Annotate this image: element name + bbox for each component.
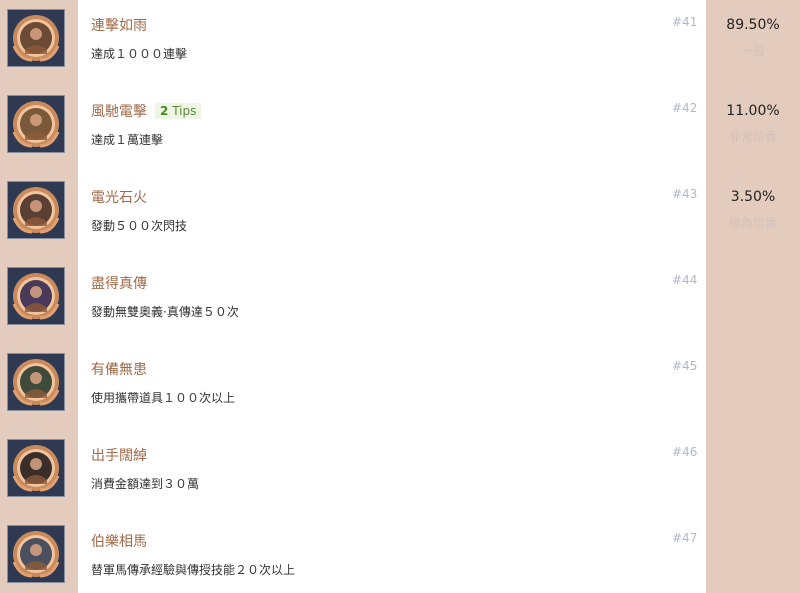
unlock-rate: 89.50% <box>726 17 780 33</box>
achievement-avatar-icon <box>7 181 65 239</box>
achievement-row: 伯樂相馬替軍馬傳承經驗與傳授技能２０次以上 #47 <box>0 516 800 593</box>
rarity-label: 極為珍貴 <box>728 216 777 230</box>
achievement-title-line: 連擊如雨 <box>91 14 147 36</box>
achievement-description: 替軍馬傳承經驗與傳授技能２０次以上 <box>91 563 296 577</box>
achievement-avatar-icon <box>7 95 65 153</box>
achievement-description: 達成１０００連擊 <box>91 47 188 61</box>
achievement-row: 電光石火發動５００次閃技 #43 3.50% 極為珍貴 <box>0 172 800 258</box>
achievement-avatar-icon <box>7 267 65 325</box>
achievement-title-line: 風馳電擊 2 Tips <box>91 100 202 122</box>
achievement-title-line: 盡得真傳 <box>91 272 147 294</box>
achievement-title[interactable]: 連擊如雨 <box>91 15 147 35</box>
achievement-row: 風馳電擊 2 Tips 達成１萬連擊 #42 11.00% 非常珍貴 <box>0 86 800 172</box>
unlock-rate: 11.00% <box>726 103 780 119</box>
achievement-title-line: 伯樂相馬 <box>91 530 147 552</box>
achievement-description: 發動無雙奧義·真傳達５０次 <box>91 305 239 319</box>
achievement-number: #44 <box>672 273 698 287</box>
achievement-number: #43 <box>672 187 698 201</box>
achievement-title[interactable]: 有備無患 <box>91 359 147 379</box>
achievement-title-line: 出手闊綽 <box>91 444 147 466</box>
achievement-description: 使用攜帶道具１００次以上 <box>91 391 236 405</box>
achievement-avatar-icon <box>7 439 65 497</box>
achievement-avatar-icon <box>7 9 65 67</box>
tips-label: Tips <box>172 104 197 118</box>
tips-link[interactable]: 2 Tips <box>155 103 202 119</box>
achievement-description: 達成１萬連擊 <box>91 133 164 147</box>
achievement-avatar-icon <box>7 525 65 583</box>
achievement-row: 出手闊綽消費金額達到３０萬 #46 <box>0 430 800 516</box>
achievement-title[interactable]: 盡得真傳 <box>91 273 147 293</box>
achievement-number: #41 <box>672 15 698 29</box>
tips-count: 2 <box>160 104 169 118</box>
achievement-number: #42 <box>672 101 698 115</box>
achievement-description: 發動５００次閃技 <box>91 219 188 233</box>
achievement-description: 消費金額達到３０萬 <box>91 477 200 491</box>
achievement-title[interactable]: 出手闊綽 <box>91 445 147 465</box>
achievement-title[interactable]: 風馳電擊 <box>91 101 147 121</box>
achievement-number: #46 <box>672 445 698 459</box>
achievement-row: 盡得真傳發動無雙奧義·真傳達５０次 #44 <box>0 258 800 344</box>
unlock-rate: 3.50% <box>730 189 776 205</box>
achievement-page: 連擊如雨達成１０００連擊 #41 89.50% 一般風馳電擊 2 Tips 達成１萬連擊 #… <box>0 0 800 593</box>
achievement-title-line: 有備無患 <box>91 358 147 380</box>
achievement-avatar-icon <box>7 353 65 411</box>
achievement-title[interactable]: 伯樂相馬 <box>91 531 147 551</box>
rarity-label: 非常珍貴 <box>728 130 777 144</box>
achievement-title-line: 電光石火 <box>91 186 147 208</box>
achievement-row: 連擊如雨達成１０００連擊 #41 89.50% 一般 <box>0 0 800 86</box>
achievement-number: #47 <box>672 531 698 545</box>
achievement-row: 有備無患使用攜帶道具１００次以上 #45 <box>0 344 800 430</box>
achievement-title[interactable]: 電光石火 <box>91 187 147 207</box>
achievement-number: #45 <box>672 359 698 373</box>
rarity-label: 一般 <box>740 44 765 58</box>
